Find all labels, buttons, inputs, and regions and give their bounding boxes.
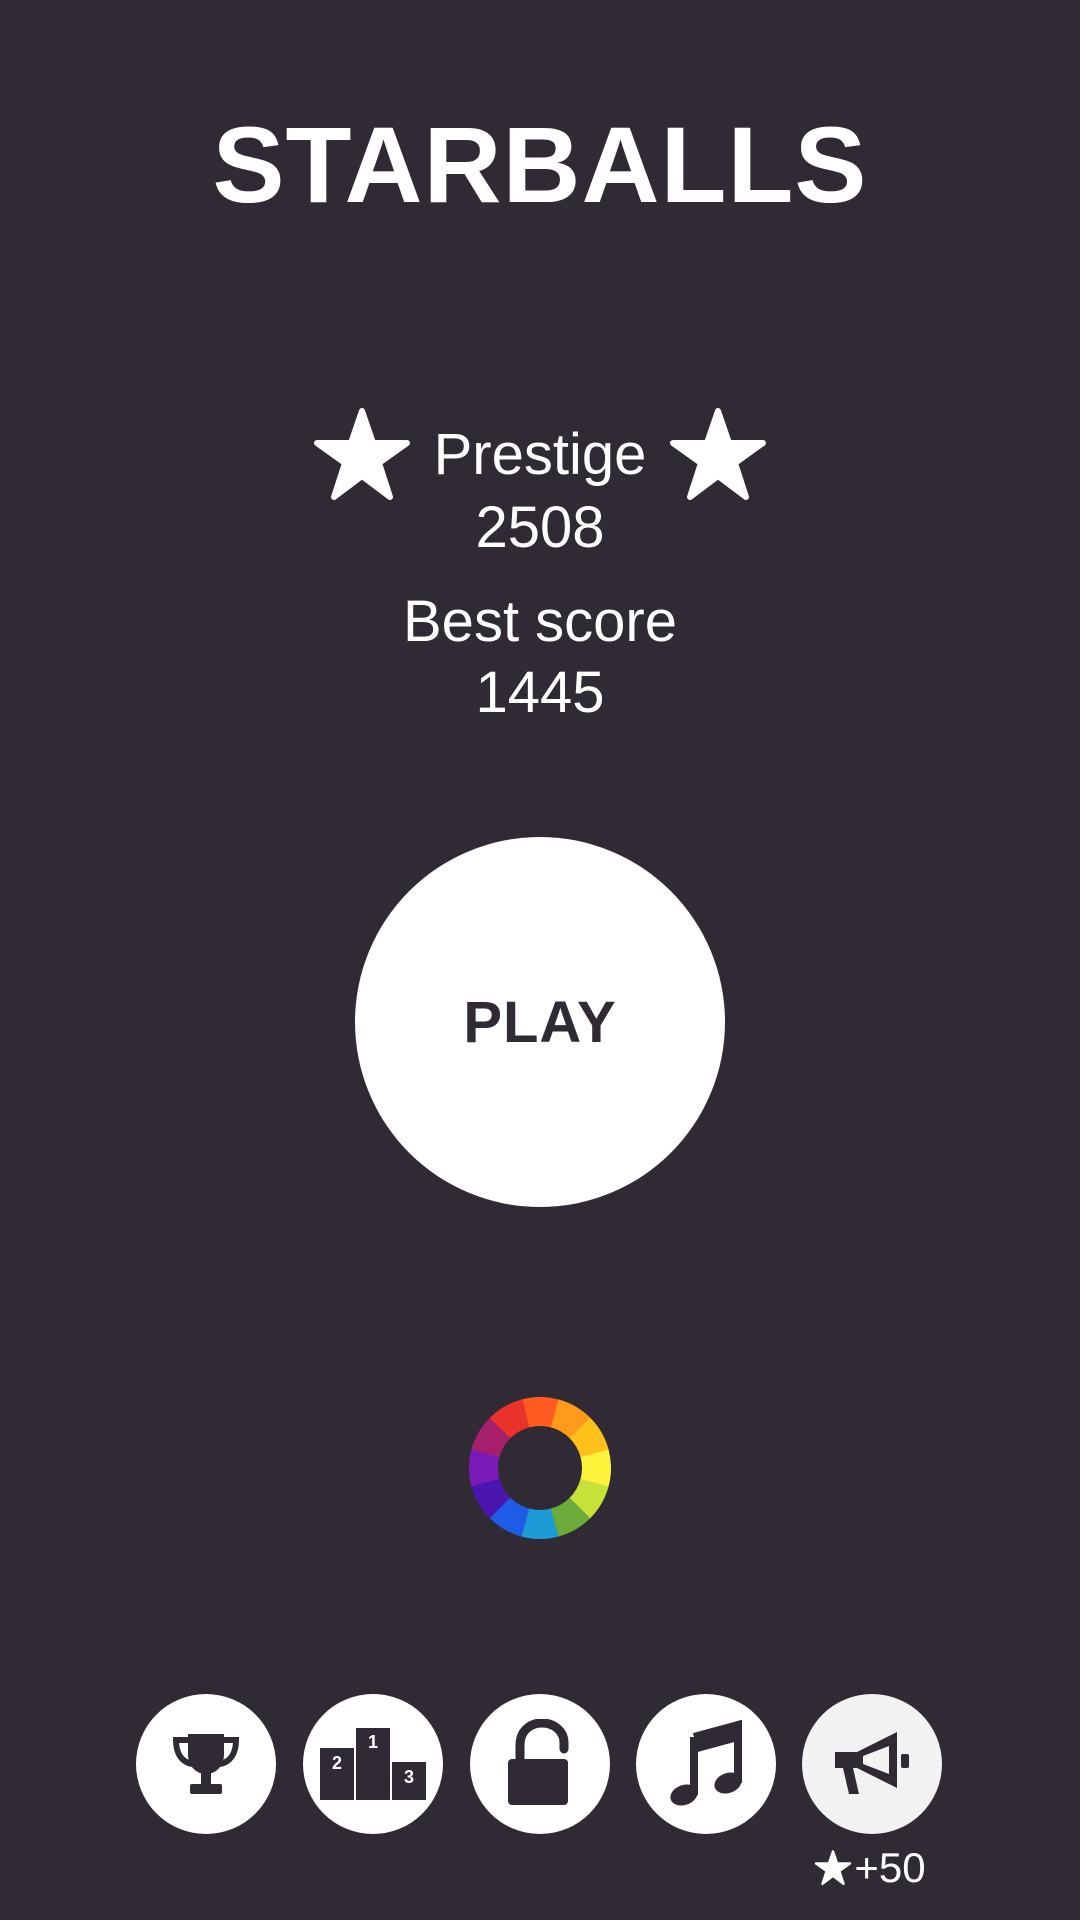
podium-icon: 1 2 3 (320, 1728, 426, 1800)
podium-second-place: 2 (332, 1753, 342, 1773)
prestige-value: 2508 (475, 495, 605, 560)
share-reward: +50 (800, 1840, 940, 1896)
star-icon (313, 408, 410, 500)
bottom-toolbar: 1 2 3 (0, 1694, 1080, 1834)
reward-amount: +50 (854, 1844, 926, 1891)
star-icon (815, 1850, 852, 1886)
play-button-label: PLAY (463, 989, 617, 1055)
prestige-label: Prestige (433, 422, 647, 487)
unlocks-button[interactable] (470, 1694, 610, 1834)
unlock-icon (508, 1719, 569, 1805)
music-note-icon (670, 1719, 742, 1806)
share-button[interactable] (802, 1694, 942, 1834)
prestige-header: Prestige (0, 405, 1080, 505)
music-toggle-button[interactable] (636, 1694, 776, 1834)
star-icon (670, 408, 767, 500)
leaderboard-button[interactable]: 1 2 3 (303, 1694, 443, 1834)
best-score-label: Best score (403, 589, 677, 654)
play-button[interactable]: PLAY (355, 837, 725, 1207)
color-wheel-button[interactable] (469, 1397, 611, 1539)
game-title: STARBALLS (212, 104, 868, 225)
podium-third-place: 3 (404, 1767, 414, 1787)
achievements-button[interactable] (136, 1694, 276, 1834)
trophy-icon (172, 1734, 240, 1794)
megaphone-icon (835, 1732, 909, 1794)
podium-first-place: 1 (368, 1732, 378, 1752)
best-score-value: 1445 (475, 660, 605, 725)
